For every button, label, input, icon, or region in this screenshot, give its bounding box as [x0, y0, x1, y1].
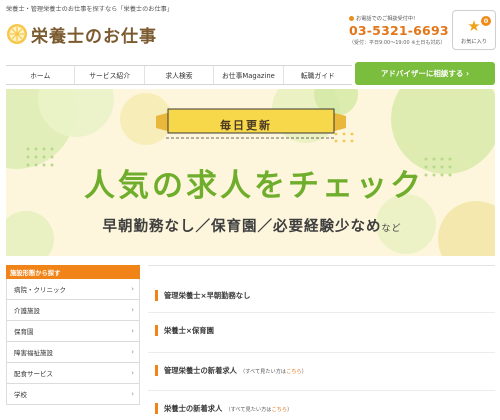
sidebar-item-nursery[interactable]: 保育園 › — [6, 321, 140, 342]
hero-sub-small: など — [381, 224, 402, 234]
chevron-right-icon: › — [131, 285, 134, 293]
phone-hours: （受付：平日9:00〜19:00 ※土日も対応） — [349, 40, 446, 46]
hero-badge: 毎日更新 — [220, 119, 272, 132]
hero-sub-main: 早朝勤務なし／保育園／必要経験少なめ — [102, 219, 382, 235]
sidebar-item-care-facility[interactable]: 介護施設 › — [6, 300, 140, 321]
chevron-right-icon: › — [131, 327, 134, 335]
tagline: 栄養士・管理栄養士のお仕事を探すなら「栄養士のお仕事」 — [6, 6, 174, 13]
divider — [148, 352, 495, 353]
nav-item-home[interactable]: ホーム — [6, 66, 76, 84]
favorites-count-badge: 0 — [481, 16, 491, 26]
sidebar-item-hospital[interactable]: 病院・クリニック › — [6, 279, 140, 300]
chevron-right-icon: › — [131, 348, 134, 356]
chevron-right-icon: › — [131, 369, 134, 377]
section-title-new-dietitian-jobs: 栄養士の新着求人 （すべて見たい方はこちら） — [155, 403, 292, 414]
facility-type-header: 施設形態から探す — [6, 265, 140, 279]
see-all-link[interactable]: こちら — [272, 407, 288, 413]
hero-subline: 早朝勤務なし／保育園／必要経験少なめなど — [72, 215, 432, 236]
divider — [148, 312, 495, 313]
sidebar-item-school[interactable]: 学校 › — [6, 384, 140, 405]
divider — [148, 390, 495, 391]
favorites-label: お気に入り — [461, 39, 487, 45]
site-logo[interactable]: 栄養士のお仕事 — [6, 19, 157, 49]
nav-item-service[interactable]: サービス紹介 — [75, 66, 145, 84]
nav-item-job-search[interactable]: 求人検索 — [145, 66, 215, 84]
phone-number[interactable]: 03-5321-6693 — [349, 23, 449, 38]
phone-caption: お電話でのご相談受付中! — [356, 16, 416, 22]
chevron-right-icon: › — [131, 306, 134, 314]
section-title-nursery[interactable]: 栄養士×保育園 — [155, 325, 214, 336]
nav-item-career-guide[interactable]: 転職ガイド — [284, 66, 352, 84]
divider — [148, 265, 495, 266]
phone-contact[interactable]: お電話でのご相談受付中! 03-5321-6693 （受付：平日9:00〜19:… — [349, 15, 449, 46]
lemon-slice-icon — [6, 23, 28, 45]
phone-dot-icon — [349, 16, 354, 21]
global-nav: ホーム サービス紹介 求人検索 お仕事Magazine 転職ガイド — [6, 65, 352, 85]
nav-item-magazine[interactable]: お仕事Magazine — [214, 66, 284, 84]
section-title-early-free[interactable]: 管理栄養士×早朝勤務なし — [155, 290, 250, 301]
sidebar-item-meal-delivery[interactable]: 配食サービス › — [6, 363, 140, 384]
hero-headline: 人気の求人をチェック — [84, 168, 424, 204]
logo-text: 栄養士のお仕事 — [31, 26, 157, 47]
facility-type-list: 病院・クリニック › 介護施設 › 保育園 › 障害福祉施設 › 配食サービス › 学校 › — [6, 279, 140, 405]
chevron-right-icon: › — [131, 390, 134, 398]
see-all-link[interactable]: こちら — [286, 369, 302, 375]
favorites-button[interactable]: ★ 0 お気に入り — [452, 10, 496, 50]
sidebar-item-disability-welfare[interactable]: 障害福祉施設 › — [6, 342, 140, 363]
advisor-consult-button[interactable]: アドバイザーに相談する › — [355, 62, 495, 85]
section-title-new-rd-jobs: 管理栄養士の新着求人 （すべて見たい方はこちら） — [155, 365, 307, 376]
